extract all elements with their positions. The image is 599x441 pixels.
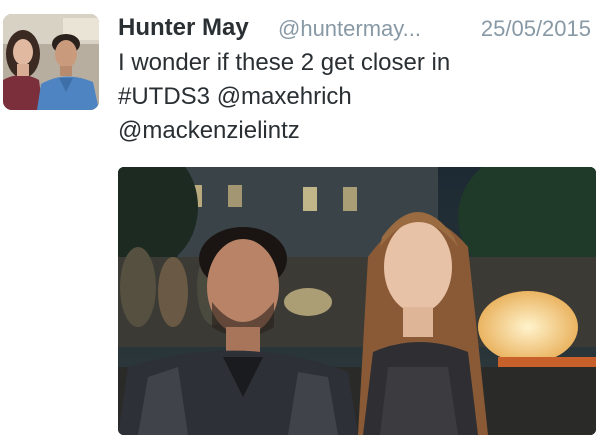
tweet-text-line[interactable]: @mackenzielintz [118, 114, 588, 148]
avatar-photo [3, 14, 99, 110]
tweet-text: I wonder if these 2 get closer in #UTDS3… [118, 46, 588, 148]
tweet-date[interactable]: 25/05/2015 [481, 13, 591, 45]
author-name[interactable]: Hunter May [118, 12, 249, 44]
tweet: Hunter May @huntermay... 25/05/2015 I wo… [0, 0, 599, 441]
tweet-media[interactable] [118, 167, 596, 435]
tweet-text-line[interactable]: #UTDS3 @maxehrich [118, 80, 588, 114]
author-handle[interactable]: @huntermay... [278, 13, 421, 45]
avatar[interactable] [3, 14, 99, 110]
tweet-header: Hunter May @huntermay... 25/05/2015 [118, 12, 596, 46]
media-photo [118, 167, 596, 435]
tweet-text-line: I wonder if these 2 get closer in [118, 49, 451, 76]
